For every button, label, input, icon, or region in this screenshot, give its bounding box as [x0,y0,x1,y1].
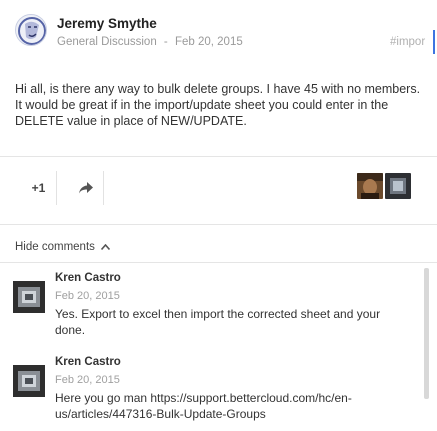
share-icon [78,182,93,194]
comment-date: Feb 20, 2015 [55,290,120,302]
author-avatar[interactable] [15,14,47,46]
meta-separator: - [163,36,168,48]
post-body: Hi all, is there any way to bulk delete … [15,82,421,128]
comment-text: Here you go man https://support.bettercl… [55,391,352,421]
pluser-avatar[interactable] [357,173,383,199]
pluser-avatar[interactable] [385,173,411,199]
divider [0,156,437,157]
category-link[interactable]: General Discussion [57,36,157,48]
comment-author[interactable]: Kren Castro [55,272,121,284]
hide-comments-label: Hide comments [15,241,95,253]
post-meta: General Discussion - Feb 20, 2015 [57,36,243,48]
chevron-up-icon [100,244,110,250]
divider [0,262,437,263]
hide-comments-toggle[interactable]: Hide comments [15,241,110,253]
tag-indicator-bar [433,30,435,54]
plus-one-button[interactable]: +1 [21,171,57,205]
comment-text: Yes. Export to excel then import the cor… [55,307,381,337]
comments-scrollbar[interactable] [424,268,429,399]
author-name[interactable]: Jeremy Smythe [57,16,157,31]
post-date: Feb 20, 2015 [174,36,243,48]
post-tag[interactable]: #impor [390,36,425,48]
commenter-avatar[interactable] [13,365,45,397]
comment-date: Feb 20, 2015 [55,374,120,386]
comment-author[interactable]: Kren Castro [55,356,121,368]
forum-post: Jeremy Smythe General Discussion - Feb 2… [0,0,437,431]
plusers-list [357,173,411,199]
share-button[interactable] [68,171,104,205]
divider [0,224,437,225]
commenter-avatar[interactable] [13,281,45,313]
